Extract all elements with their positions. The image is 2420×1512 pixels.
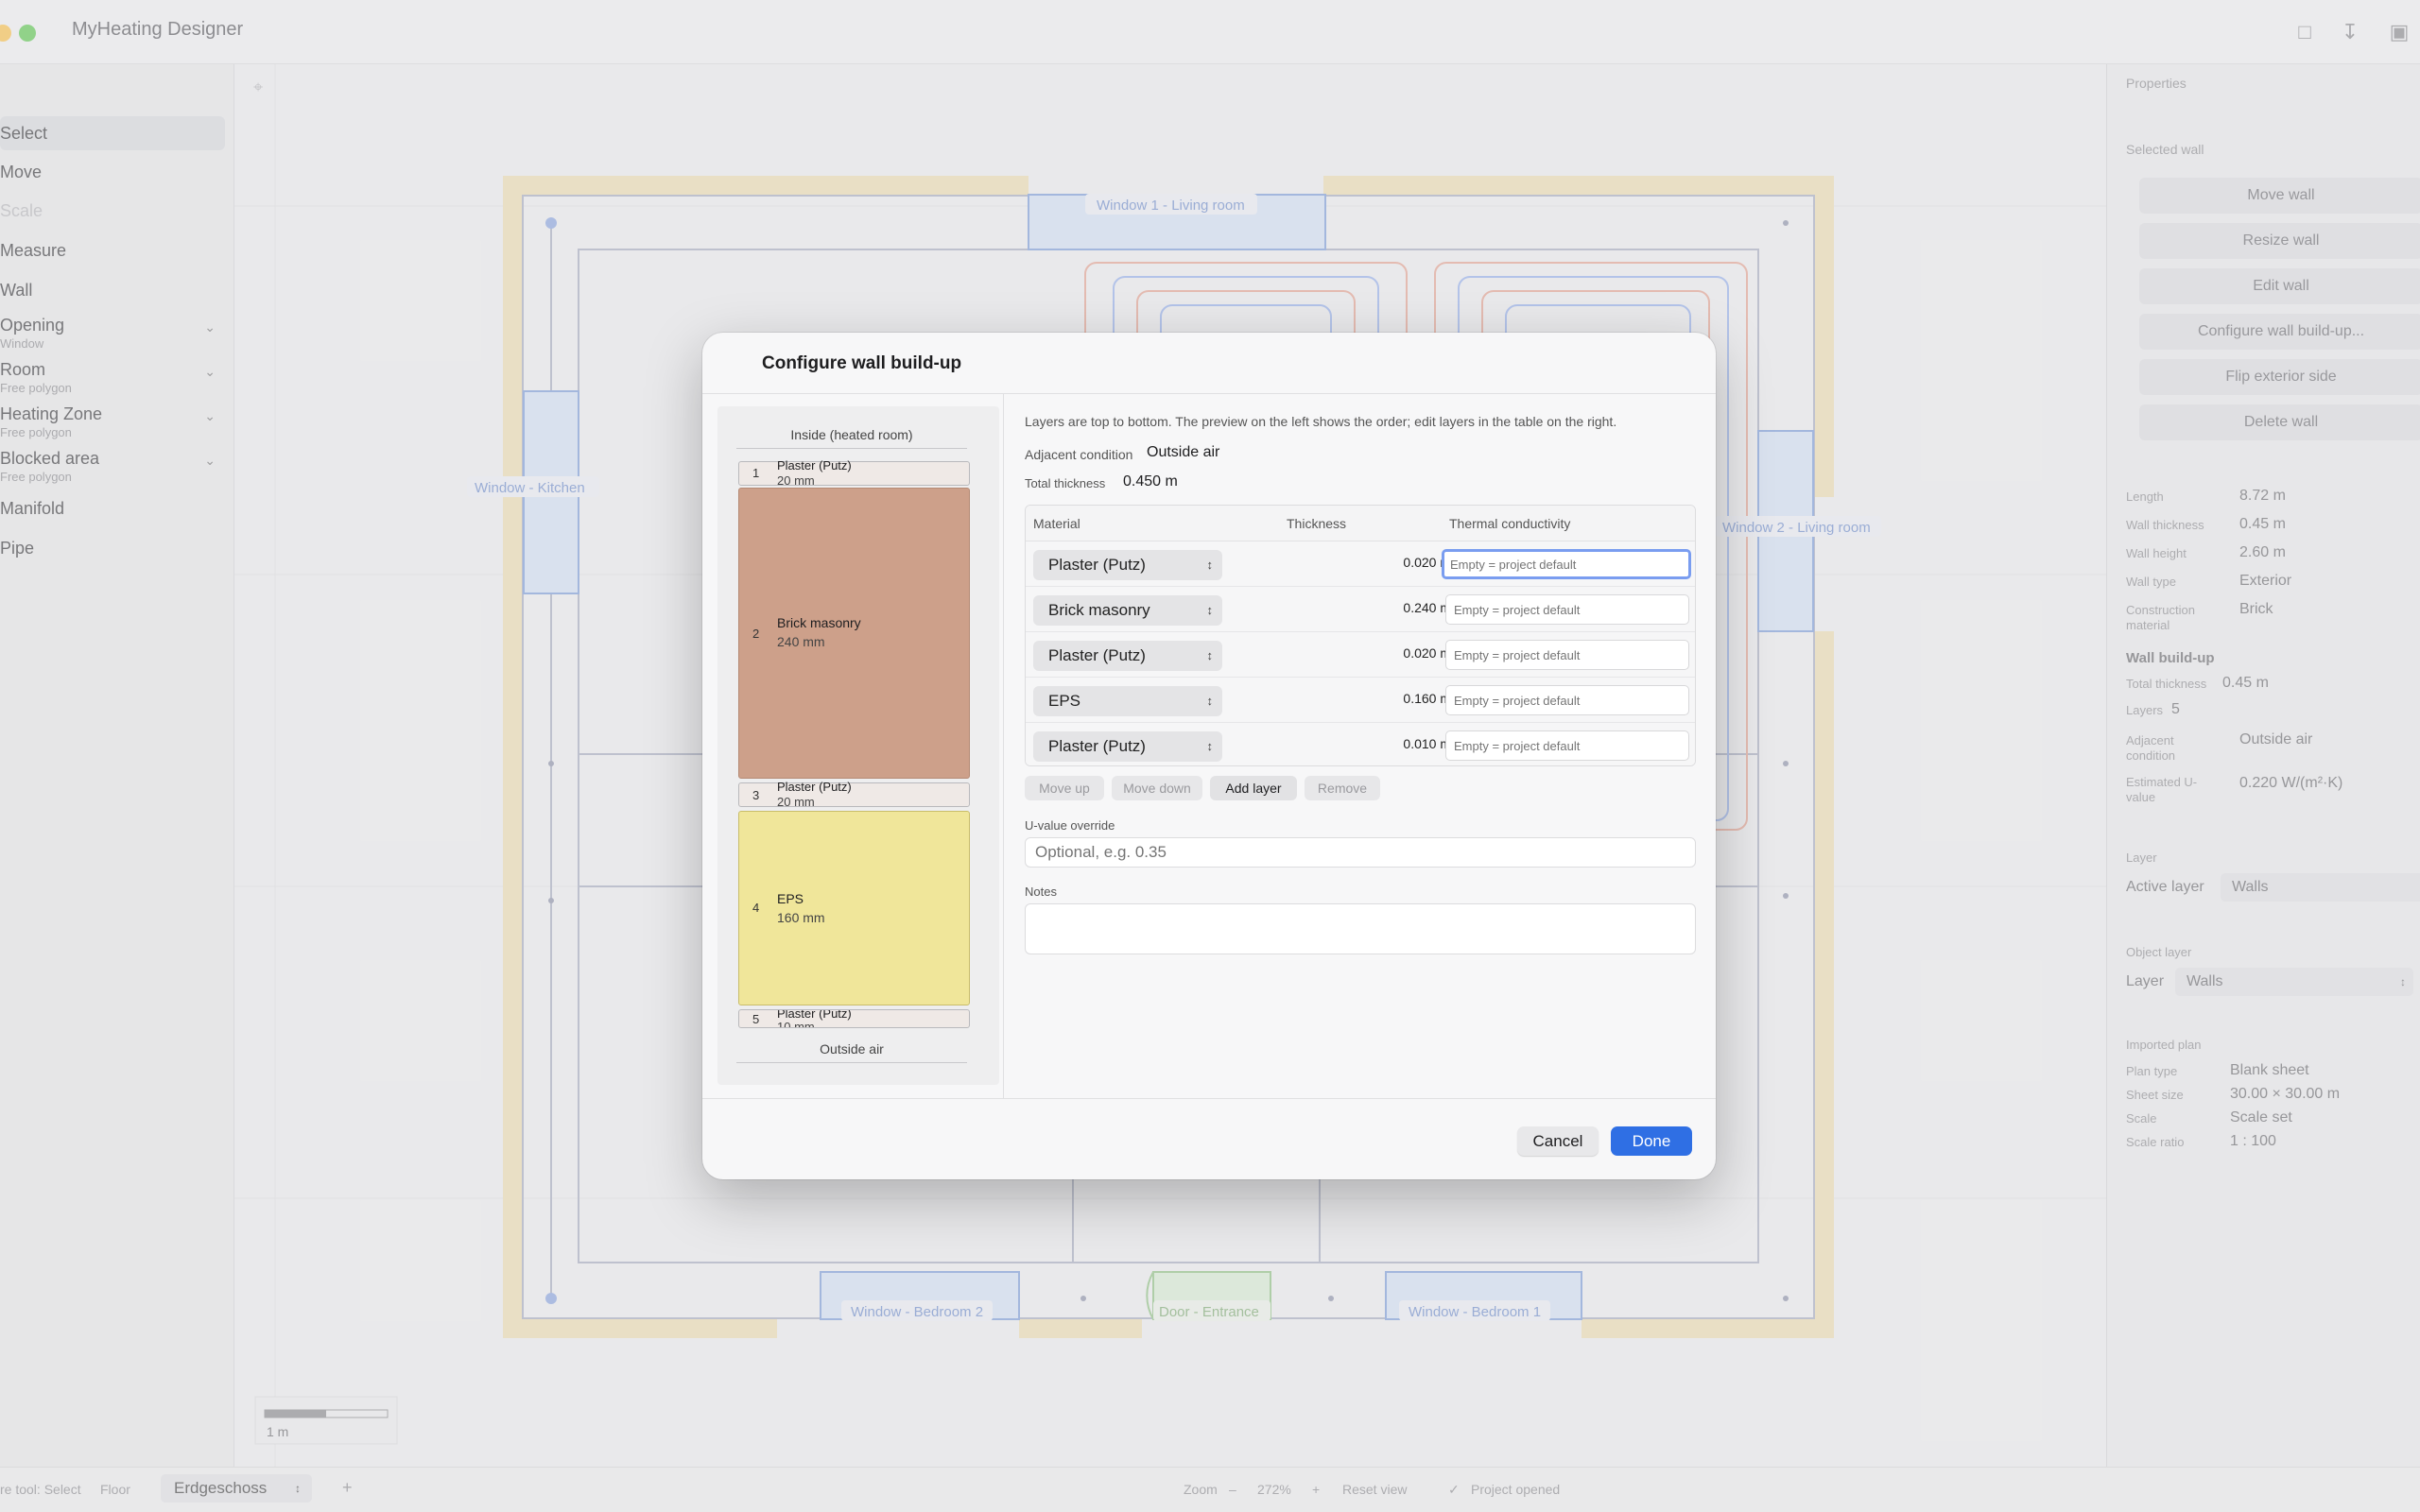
material-value: Plaster (Putz) (1048, 556, 1146, 574)
table-row: EPS↕ 0.160 m ▲▼ (1026, 678, 1695, 723)
add-layer-button[interactable]: Add layer (1210, 776, 1297, 800)
chevron-updown-icon: ↕ (1206, 648, 1214, 662)
layer-thickness: 20 mm (777, 473, 815, 488)
layers-table: Material Thickness Thermal conductivity … (1025, 505, 1696, 766)
conductivity-input[interactable] (1442, 549, 1691, 579)
move-down-button[interactable]: Move down (1112, 776, 1202, 800)
dialog-description: Layers are top to bottom. The preview on… (1025, 414, 1617, 429)
conductivity-input[interactable] (1445, 685, 1689, 715)
thickness-value[interactable]: 0.020 m (1366, 645, 1451, 661)
preview-layer-5: 5 Plaster (Putz) 10 mm (738, 1009, 970, 1028)
layer-preview: Inside (heated room) 1 Plaster (Putz) 20… (717, 406, 999, 1085)
material-select[interactable]: Plaster (Putz) ↕ (1033, 641, 1222, 671)
material-value: Brick masonry (1048, 601, 1150, 619)
u-value-override-label: U-value override (1025, 818, 1115, 833)
chevron-updown-icon: ↕ (1206, 558, 1214, 572)
layer-number: 3 (752, 788, 760, 802)
conductivity-input[interactable] (1445, 640, 1689, 670)
adjacent-condition-value: Outside air (1147, 444, 1220, 460)
divider (702, 1098, 1716, 1099)
done-button[interactable]: Done (1611, 1126, 1692, 1156)
chevron-updown-icon: ↕ (1206, 694, 1214, 708)
material-select[interactable]: Plaster (Putz) ↕ (1033, 731, 1222, 762)
thickness-value[interactable]: 0.160 m (1366, 691, 1451, 706)
layer-thickness: 10 mm (777, 1020, 815, 1028)
divider (736, 1062, 967, 1063)
layer-thickness: 240 mm (777, 634, 825, 649)
table-row: Brick masonry↕ 0.240 m ▲▼ (1026, 587, 1695, 632)
move-up-button[interactable]: Move up (1025, 776, 1104, 800)
layer-name: Plaster (Putz) (777, 458, 852, 472)
col-thickness: Thickness (1287, 516, 1347, 531)
thickness-value[interactable]: 0.240 m (1366, 600, 1451, 615)
material-select[interactable]: Plaster (Putz) ↕ (1033, 550, 1222, 580)
material-select[interactable]: EPS ↕ (1033, 686, 1222, 716)
table-row: Plaster (Putz)↕ 0.020 m ▲▼ (1026, 632, 1695, 678)
material-value: Plaster (Putz) (1048, 646, 1146, 664)
divider (1003, 394, 1004, 1098)
layer-number: 4 (752, 901, 760, 915)
thickness-value[interactable]: 0.020 m (1366, 555, 1451, 570)
material-select[interactable]: Brick masonry ↕ (1033, 595, 1222, 626)
conductivity-input[interactable] (1445, 730, 1689, 761)
divider (702, 393, 1716, 394)
layer-number: 2 (752, 627, 760, 641)
chevron-updown-icon: ↕ (1206, 739, 1214, 753)
total-thickness-label: Total thickness (1025, 476, 1106, 490)
total-thickness-value: 0.450 m (1123, 473, 1178, 490)
chevron-updown-icon: ↕ (1206, 603, 1214, 617)
table-header: Material Thickness Thermal conductivity (1026, 506, 1695, 541)
notes-textarea[interactable] (1025, 903, 1696, 954)
adjacent-condition-label: Adjacent condition (1025, 447, 1133, 462)
dialog-title: Configure wall build-up (762, 353, 962, 373)
layer-number: 1 (752, 466, 760, 480)
configure-wall-buildup-dialog: Configure wall build-up Inside (heated r… (702, 333, 1716, 1179)
preview-inside-caption: Inside (heated room) (790, 427, 913, 442)
layer-name: Brick masonry (777, 615, 861, 630)
table-row: Plaster (Putz)↕ 0.020 m ▲▼ (1026, 541, 1695, 587)
remove-layer-button[interactable]: Remove (1305, 776, 1380, 800)
preview-layer-3: 3 Plaster (Putz) 20 mm (738, 780, 970, 809)
layer-number: 5 (752, 1012, 760, 1026)
thickness-value[interactable]: 0.010 m (1366, 736, 1451, 751)
preview-outside-caption: Outside air (820, 1041, 884, 1057)
layer-thickness: 160 mm (777, 910, 825, 925)
col-material: Material (1033, 516, 1080, 531)
material-value: Plaster (Putz) (1048, 737, 1146, 755)
notes-label: Notes (1025, 885, 1057, 899)
conductivity-input[interactable] (1445, 594, 1689, 625)
col-conductivity: Thermal conductivity (1449, 516, 1571, 531)
u-value-override-input[interactable] (1025, 837, 1696, 868)
layer-name: EPS (777, 891, 804, 906)
preview-layer-1: 1 Plaster (Putz) 20 mm (738, 458, 970, 488)
divider (736, 448, 967, 449)
cancel-button[interactable]: Cancel (1517, 1126, 1599, 1156)
layer-name: Plaster (Putz) (777, 780, 852, 794)
preview-layer-4: 4 EPS 160 mm (738, 811, 970, 1005)
material-value: EPS (1048, 692, 1081, 710)
preview-layer-2: 2 Brick masonry 240 mm (738, 488, 970, 779)
layer-thickness: 20 mm (777, 795, 815, 809)
table-row: Plaster (Putz)↕ 0.010 m ▲▼ (1026, 723, 1695, 765)
